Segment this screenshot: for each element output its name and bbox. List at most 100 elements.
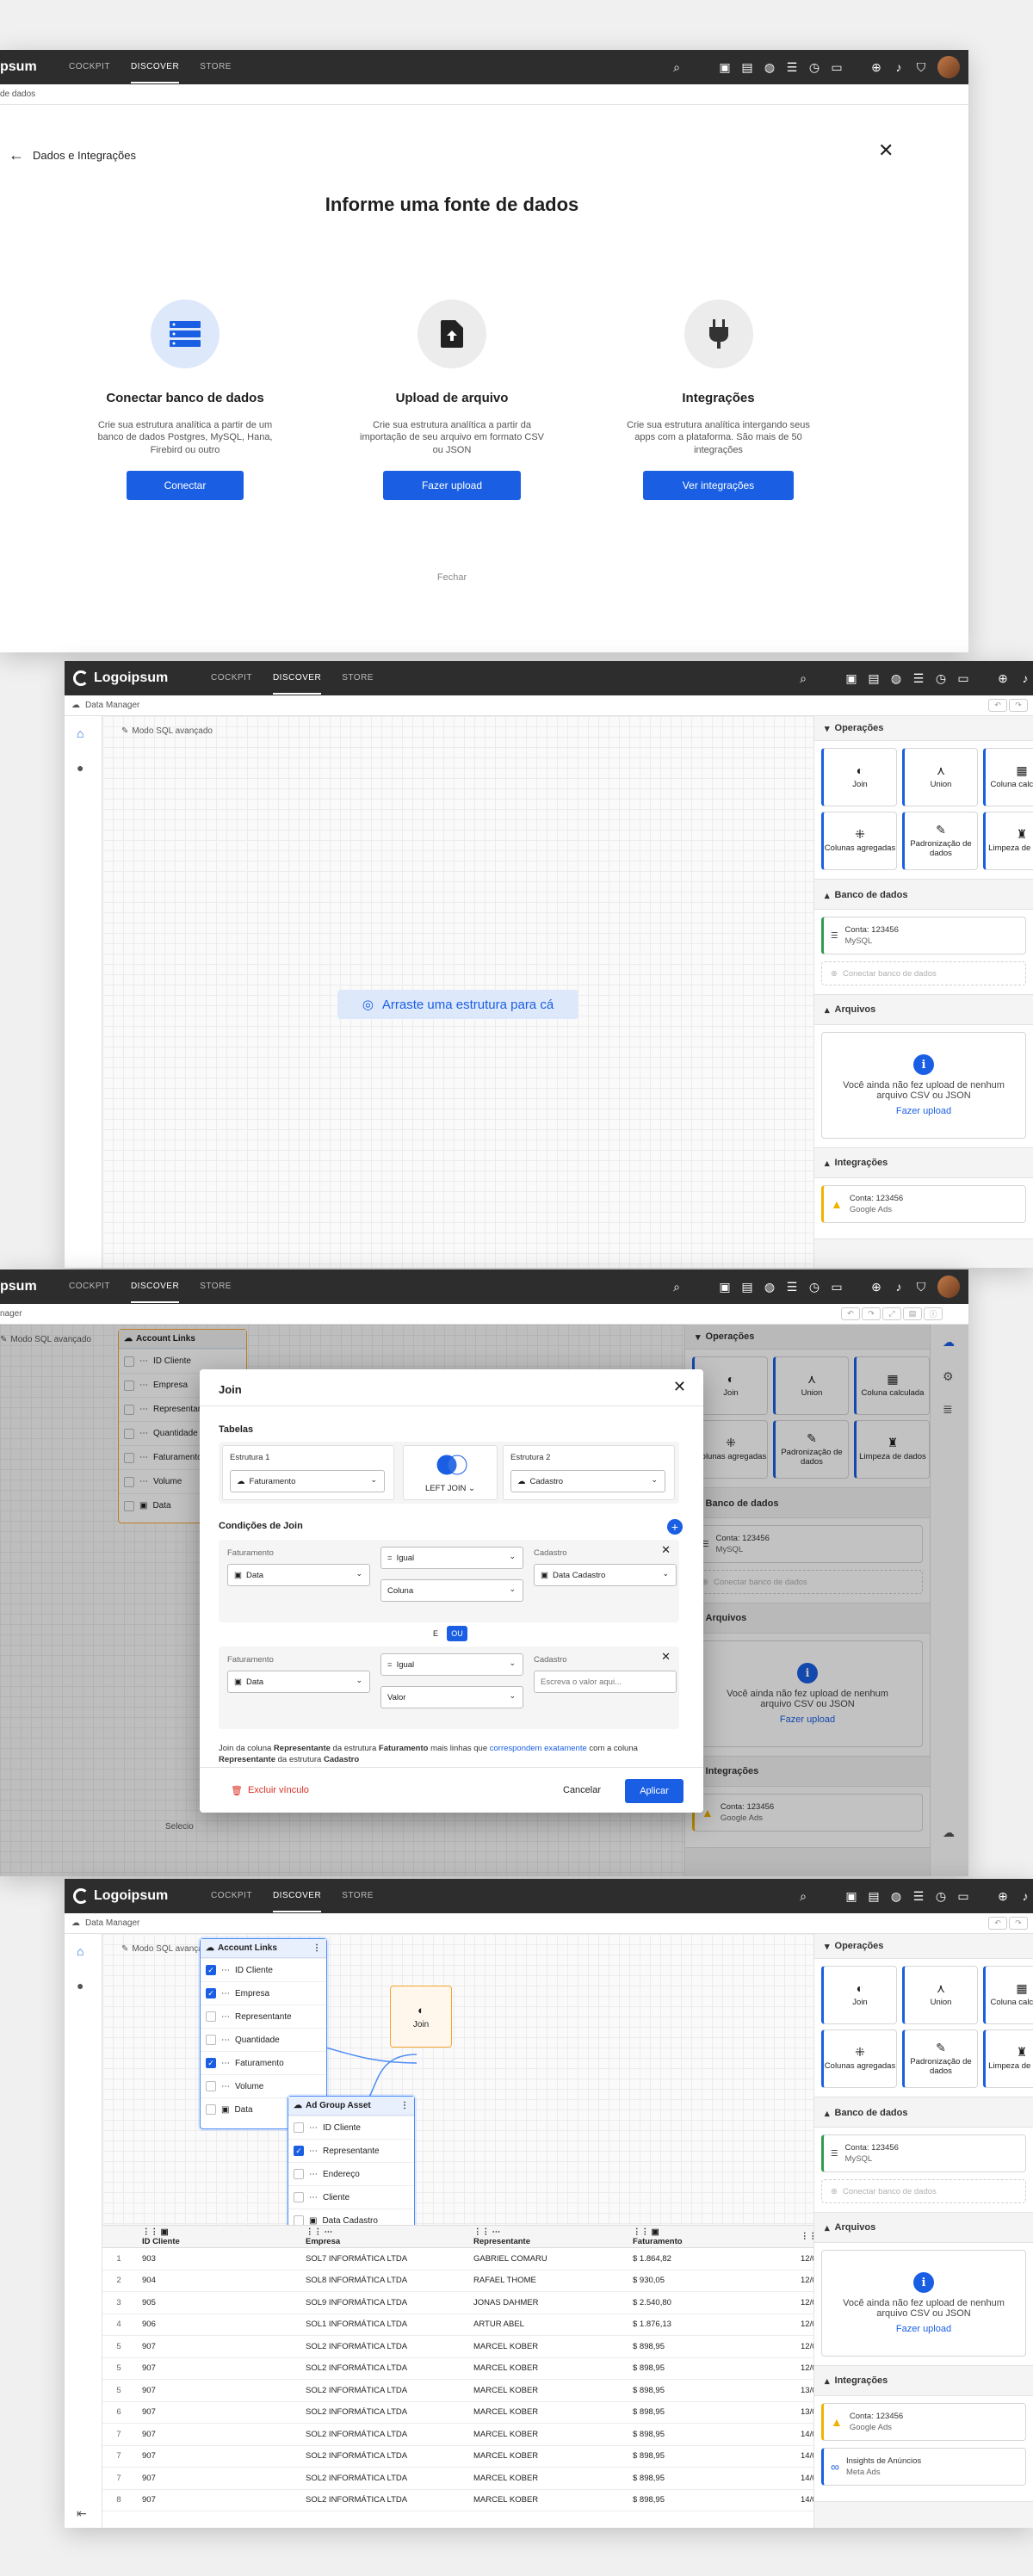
list-icon[interactable]: ☰ <box>781 60 803 75</box>
close-icon[interactable]: ✕ <box>673 1378 686 1396</box>
op-data-standardization[interactable]: ✎ Padronização de dados <box>902 2029 978 2088</box>
operator-select[interactable]: = Igual ⌄ <box>380 1547 523 1569</box>
nav-store[interactable]: STORE <box>342 1881 374 1912</box>
list-icon[interactable]: ☰ <box>907 1889 930 1904</box>
column-header[interactable]: ⋮⋮ ▣ ID Cliente <box>135 2227 299 2246</box>
integrations-header[interactable]: ▴ Integrações <box>814 2366 1033 2395</box>
op-aggregated-columns[interactable]: ⁜ Colunas agregadas <box>821 812 897 870</box>
redo-icon[interactable]: ↷ <box>1009 1917 1028 1930</box>
add-icon[interactable]: ⊕ <box>865 60 888 75</box>
breadcrumb-text[interactable]: nager <box>0 1309 22 1319</box>
calendar-icon[interactable]: ▣ <box>840 1889 863 1904</box>
db-account-card[interactable]: ☰ Conta: 123456 MySQL <box>821 917 1026 954</box>
monitor-icon[interactable]: ▭ <box>952 1889 974 1904</box>
nav-cockpit[interactable]: COCKPIT <box>211 1881 252 1912</box>
clock-icon[interactable]: ◷ <box>803 60 826 75</box>
field-row[interactable]: ⋯ Cliente <box>288 2185 414 2208</box>
chat-icon[interactable]: ▤ <box>736 1280 758 1294</box>
table-row[interactable]: 7 907 SOL2 INFORMÁTICA LTDA MARCEL KOBER $ 8… <box>102 2424 877 2446</box>
right-column-select[interactable]: ▣ Data Cadastro ⌄ <box>534 1564 677 1586</box>
op-calculated-column[interactable]: ▦ Coluna calculada <box>983 1966 1033 2024</box>
redo-icon[interactable]: ↷ <box>1009 699 1028 712</box>
databases-header[interactable]: ▴ Banco de dados <box>814 881 1033 909</box>
field-row[interactable]: ✓ ⋯ Representante <box>288 2139 414 2162</box>
monitor-icon[interactable]: ▭ <box>952 671 974 686</box>
user-icon[interactable]: ● <box>77 761 84 775</box>
op-join[interactable]: ◐ Join <box>821 748 897 806</box>
google-ads-account[interactable]: ▲ Conta: 123456 Google Ads <box>821 2403 1026 2441</box>
left-column-select[interactable]: ▣ Data ⌄ <box>227 1564 370 1586</box>
table-row[interactable]: 4 906 SOL1 INFORMÁTICA LTDA ARTUR ABEL $ 1.8… <box>102 2314 877 2336</box>
bell-icon[interactable]: ♪ <box>1014 671 1033 685</box>
field-row[interactable]: ⋯ Volume <box>201 2074 326 2097</box>
add-icon[interactable]: ⊕ <box>992 671 1014 686</box>
compare-mode-select[interactable]: Coluna ⌄ <box>380 1579 523 1602</box>
undo-icon[interactable]: ↶ <box>841 1307 860 1320</box>
op-data-cleaning[interactable]: ♜Limpeza de dados <box>983 2029 1033 2088</box>
checkbox-checked[interactable]: ✓ <box>206 1965 216 1975</box>
structure-2-select[interactable]: ☁ Cadastro ⌄ <box>510 1470 665 1492</box>
left-column-select[interactable]: ▣ Data ⌄ <box>227 1671 370 1693</box>
chat-icon[interactable]: ▤ <box>863 671 885 686</box>
canvas[interactable]: ✎ Modo SQL avançado ◎ Arraste uma estrutur… <box>102 716 813 1268</box>
field-row[interactable]: ⋯ Representante <box>201 2005 326 2028</box>
monitor-icon[interactable]: ▭ <box>826 1280 848 1294</box>
sql-mode-toggle[interactable]: ✎ Modo SQL avançado <box>121 726 213 736</box>
bell-icon[interactable]: ♪ <box>888 1280 910 1294</box>
checkbox[interactable] <box>294 2169 304 2179</box>
back-link[interactable]: ← Dados e Integrações <box>9 146 136 164</box>
connect-button[interactable]: Conectar <box>127 470 244 500</box>
calendar-icon[interactable]: ▣ <box>840 671 863 686</box>
search-icon[interactable]: ⌕ <box>792 671 814 686</box>
nav-discover[interactable]: DISCOVER <box>130 1271 180 1303</box>
checkbox-checked[interactable]: ✓ <box>206 1988 216 1998</box>
files-header[interactable]: ▴ Arquivos <box>814 995 1033 1024</box>
field-row[interactable]: ✓ ⋯ Empresa <box>201 1981 326 2005</box>
more-icon[interactable]: ⋮ <box>400 2101 409 2110</box>
nav-discover[interactable]: DISCOVER <box>130 52 180 83</box>
join-node[interactable]: ◐ Join <box>390 1986 452 2048</box>
checkbox-checked[interactable]: ✓ <box>294 2146 304 2156</box>
nav-discover[interactable]: DISCOVER <box>272 663 322 695</box>
table-row[interactable]: 7 907 SOL2 INFORMÁTICA LTDA MARCEL KOBER $ 8… <box>102 2446 877 2468</box>
clock-icon[interactable]: ◷ <box>803 1280 826 1294</box>
op-aggregated-columns[interactable]: ⁜ Colunas agregadas <box>821 2029 897 2088</box>
column-header[interactable]: ⋮⋮ ⋯ Empresa <box>299 2227 467 2246</box>
integrations-header[interactable]: ▴ Integrações <box>814 1148 1033 1177</box>
bell-icon[interactable]: ♪ <box>888 60 910 74</box>
search-icon[interactable]: ⌕ <box>792 1889 814 1904</box>
nav-store[interactable]: STORE <box>200 52 232 83</box>
globe-icon[interactable]: ◍ <box>758 1280 781 1294</box>
calendar-icon[interactable]: ▣ <box>714 60 736 75</box>
search-icon[interactable]: ⌕ <box>665 1280 688 1294</box>
match-type-link[interactable]: correspondem exatamente <box>490 1744 587 1753</box>
table-row[interactable]: 5 907 SOL2 INFORMÁTICA LTDA MARCEL KOBER $ 8… <box>102 2380 877 2402</box>
globe-icon[interactable]: ◍ <box>885 1889 907 1904</box>
avatar[interactable] <box>937 56 960 78</box>
more-icon[interactable]: ⋮ <box>312 1943 321 1953</box>
close-link[interactable]: Fechar <box>0 572 904 583</box>
checkbox[interactable] <box>294 2122 304 2133</box>
field-row[interactable]: ✓ ⋯ ID Cliente <box>201 1958 326 1981</box>
checkbox[interactable] <box>206 2104 216 2115</box>
value-input[interactable] <box>534 1671 677 1693</box>
canvas[interactable]: ✎ Modo SQL avançado ☁ Account Links ⋮ ✓ ⋯ ID … <box>102 1934 813 2237</box>
undo-icon[interactable]: ↶ <box>988 699 1007 712</box>
clock-icon[interactable]: ◷ <box>930 671 952 686</box>
monitor-icon[interactable]: ▭ <box>826 60 848 75</box>
info-small-icon[interactable]: ⓘ <box>924 1307 943 1320</box>
checkbox[interactable] <box>206 2081 216 2091</box>
logic-or[interactable]: OU <box>447 1626 467 1641</box>
upload-button[interactable]: Fazer upload <box>383 470 521 500</box>
db-account-card[interactable]: ☰ Conta: 123456 MySQL <box>821 2134 1026 2172</box>
home-icon[interactable]: ⌂ <box>77 726 84 740</box>
chat-icon[interactable]: ▤ <box>736 60 758 75</box>
checkbox-checked[interactable]: ✓ <box>206 2058 216 2068</box>
nav-store[interactable]: STORE <box>200 1271 232 1303</box>
table-row[interactable]: 1 903 SOL7 INFORMÁTICA LTDA GABRIEL COMARU $… <box>102 2248 877 2270</box>
list-icon[interactable]: ☰ <box>907 671 930 686</box>
clock-icon[interactable]: ◷ <box>930 1889 952 1904</box>
column-header[interactable]: ⋮⋮ ⋯ Representante <box>467 2227 626 2246</box>
list-icon[interactable]: ☰ <box>781 1280 803 1294</box>
upload-link[interactable]: Fazer upload <box>896 2324 951 2334</box>
